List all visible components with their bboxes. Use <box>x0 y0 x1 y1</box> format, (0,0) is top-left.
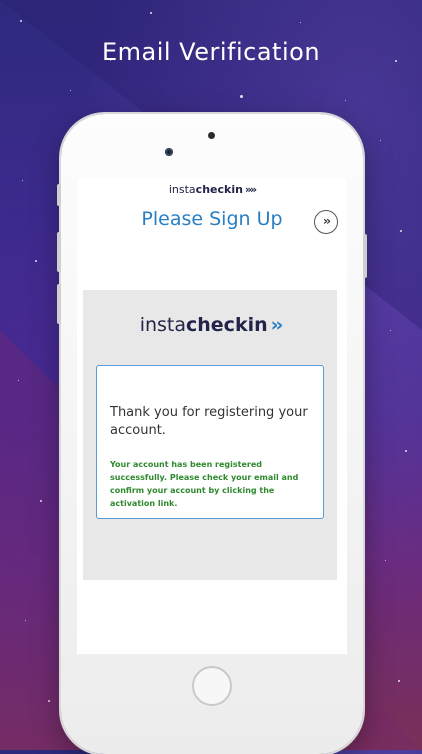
brand-logo-part2: checkin <box>186 314 268 336</box>
volume-up-button <box>57 232 61 272</box>
app-screen: instacheckin»» Please Sign Up ›› instach… <box>77 178 347 654</box>
logo-text-light: insta <box>168 183 196 196</box>
front-camera <box>165 148 173 156</box>
page-title: Please Sign Up <box>141 208 283 230</box>
volume-down-button <box>57 284 61 324</box>
confirmation-panel: instacheckin ›› Thank you for registering… <box>83 290 337 580</box>
logo-chevron-icon: »» <box>244 183 257 196</box>
speaker <box>208 132 215 139</box>
power-button <box>363 234 367 278</box>
phone-frame: instacheckin»» Please Sign Up ›› instach… <box>57 114 367 754</box>
message-title: Thank you for registering your account. <box>110 405 308 438</box>
headline: Email Verification <box>101 38 321 66</box>
app-logo: instacheckin»» <box>168 183 257 196</box>
brand-logo: instacheckin ›› <box>83 314 337 336</box>
mute-switch <box>57 184 61 206</box>
brand-chevron-icon: ›› <box>270 314 284 336</box>
app-header-bar: instacheckin»» <box>77 178 347 200</box>
message-body: Your account has been registered success… <box>110 460 299 508</box>
home-button[interactable] <box>192 666 232 706</box>
double-chevron-right-icon: ›› <box>323 214 331 228</box>
message-box: Thank you for registering your account. … <box>96 365 324 519</box>
logo-text-bold: checkin <box>195 183 243 196</box>
title-row: Please Sign Up ›› <box>77 204 347 240</box>
brand-logo-part1: insta <box>139 314 186 336</box>
next-button[interactable]: ›› <box>314 210 338 234</box>
